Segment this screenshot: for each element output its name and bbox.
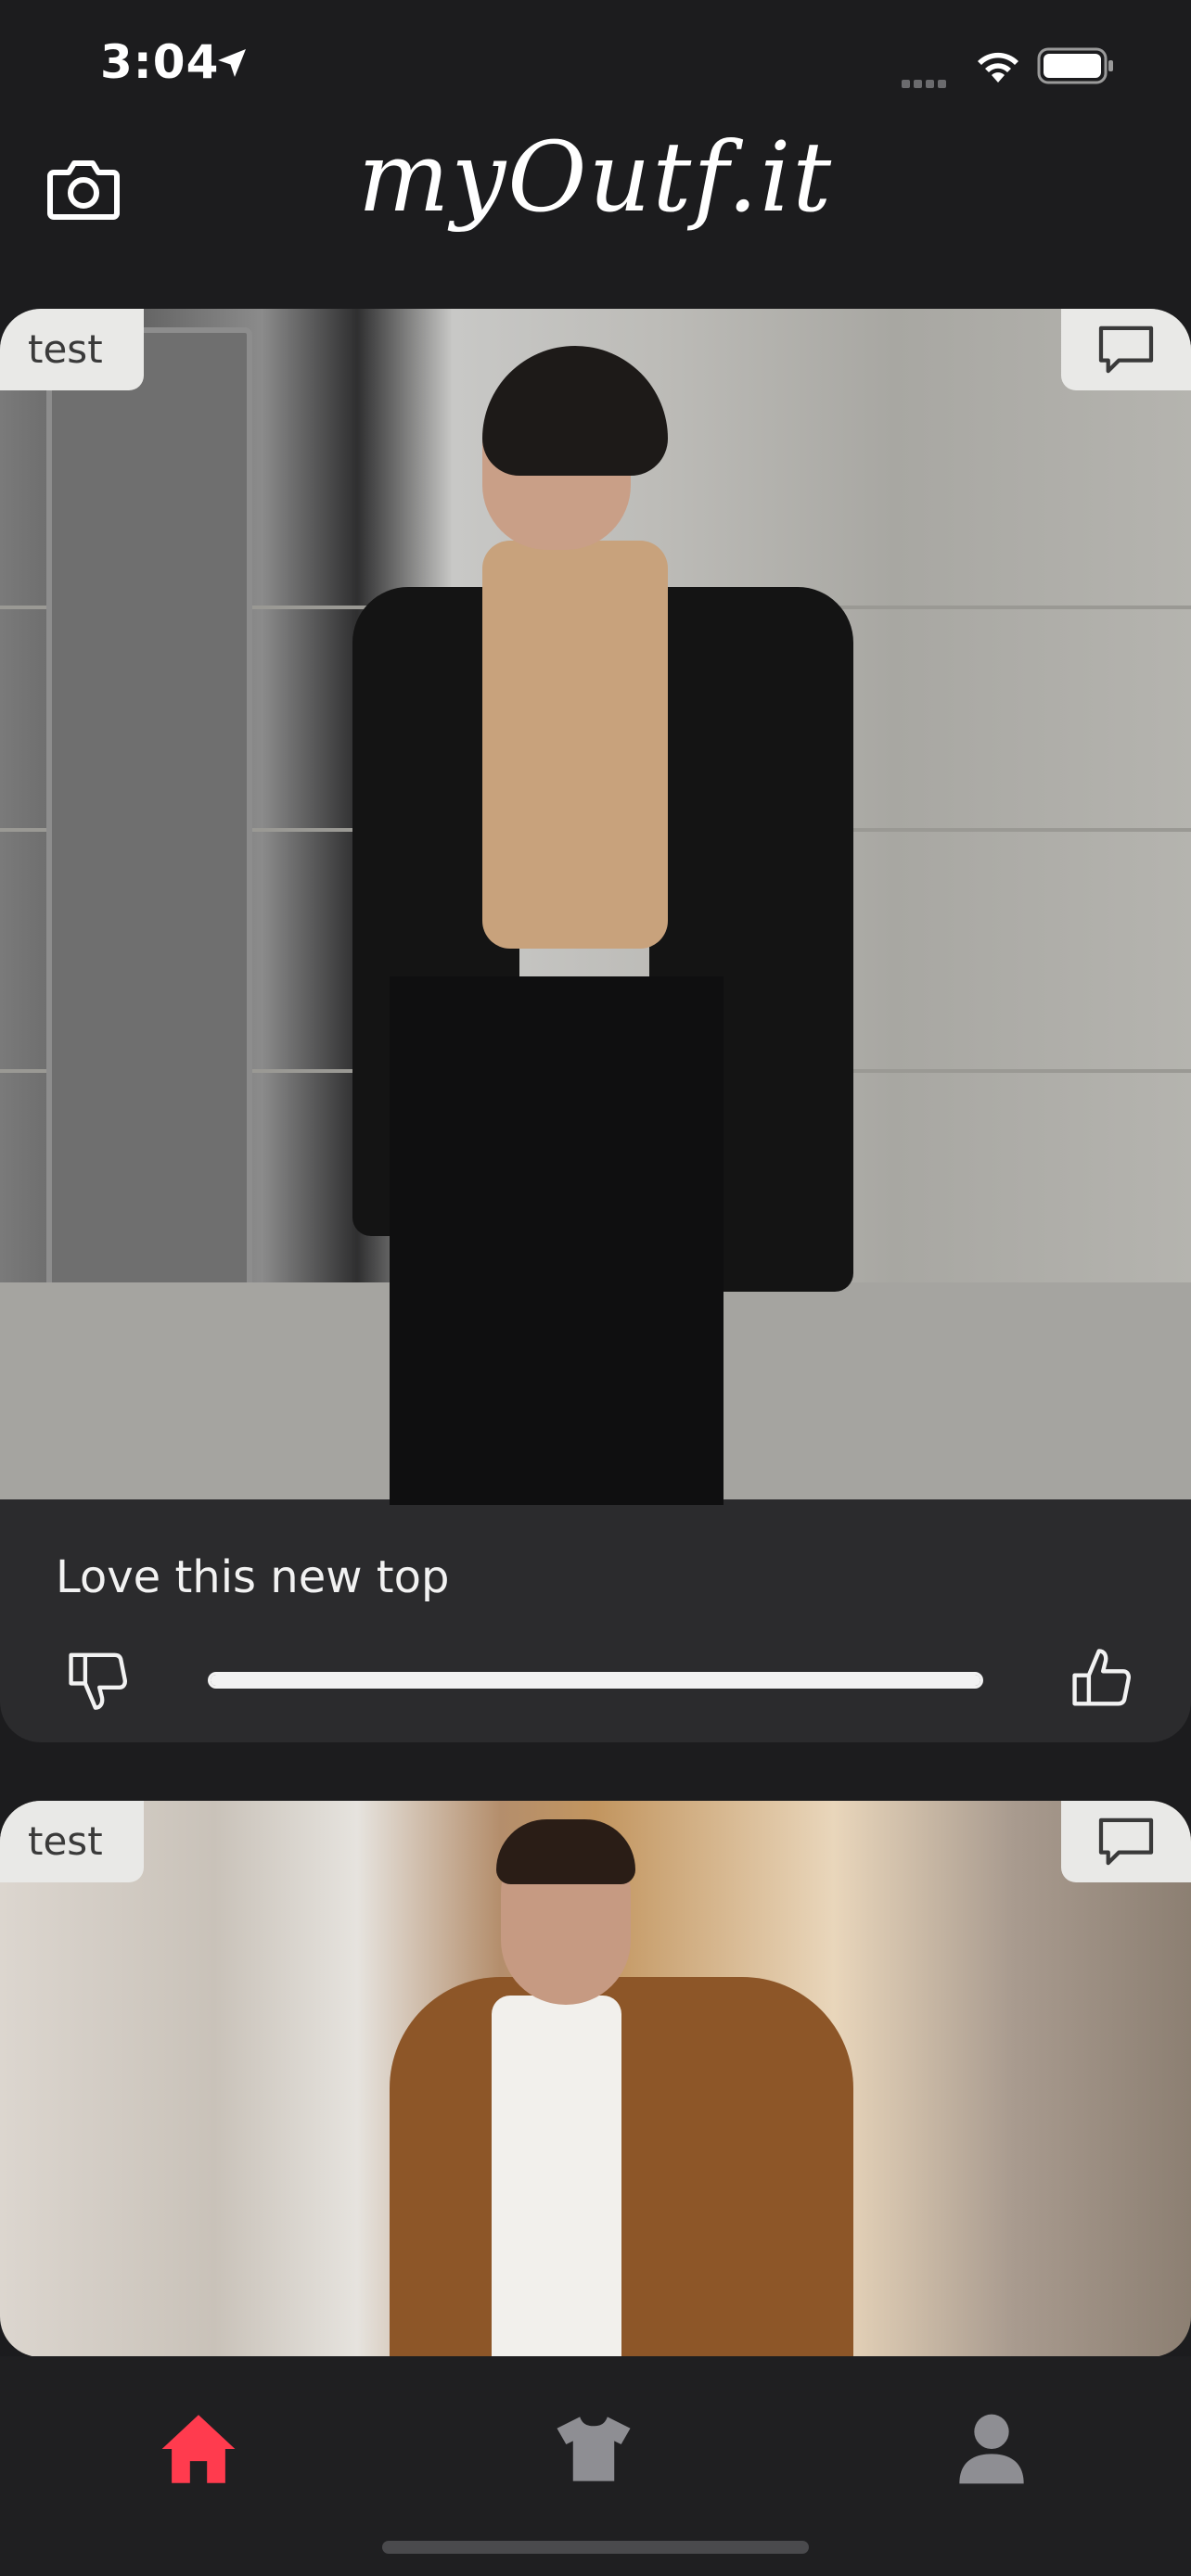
comment-icon [1098, 1817, 1154, 1866]
vote-slider[interactable] [208, 1672, 983, 1689]
post-card[interactable]: test [0, 1801, 1191, 2357]
thumbs-down-icon[interactable] [65, 1647, 130, 1712]
carved-relief [46, 327, 252, 1414]
outfit-figure [390, 1977, 853, 2357]
comment-icon [1098, 325, 1154, 374]
tab-profile[interactable] [945, 2403, 1038, 2495]
wifi-icon [978, 52, 1018, 83]
post-caption: Love this new top [56, 1551, 450, 1603]
post-photo[interactable] [0, 309, 1191, 1505]
outfit-figure [492, 1996, 621, 2357]
post-card[interactable]: test Love this new top [0, 309, 1191, 1742]
outfit-figure [390, 976, 724, 1505]
home-icon [161, 2415, 236, 2483]
home-indicator [382, 2541, 809, 2554]
post-photo[interactable] [0, 1801, 1191, 2357]
shirt-icon [557, 2417, 631, 2481]
signal-icon [902, 74, 950, 92]
outfit-figure [482, 346, 668, 476]
vote-slider-fill [211, 1675, 980, 1686]
profile-icon [959, 2414, 1024, 2484]
status-bar: 3:04 [0, 0, 1191, 139]
tab-home[interactable] [152, 2403, 245, 2495]
post-tag: test [0, 1801, 144, 1882]
outfit-figure [482, 541, 668, 949]
app-logo: myOutf.it [357, 121, 834, 234]
location-arrow-icon [218, 49, 246, 77]
thumbs-up-icon[interactable] [1069, 1647, 1133, 1712]
outfit-figure [496, 1819, 635, 1884]
comment-button[interactable] [1061, 1801, 1191, 1882]
tab-closet[interactable] [547, 2403, 640, 2495]
post-tag: test [0, 309, 144, 390]
status-time: 3:04 [100, 35, 220, 89]
battery-icon [1037, 47, 1113, 84]
comment-button[interactable] [1061, 309, 1191, 390]
